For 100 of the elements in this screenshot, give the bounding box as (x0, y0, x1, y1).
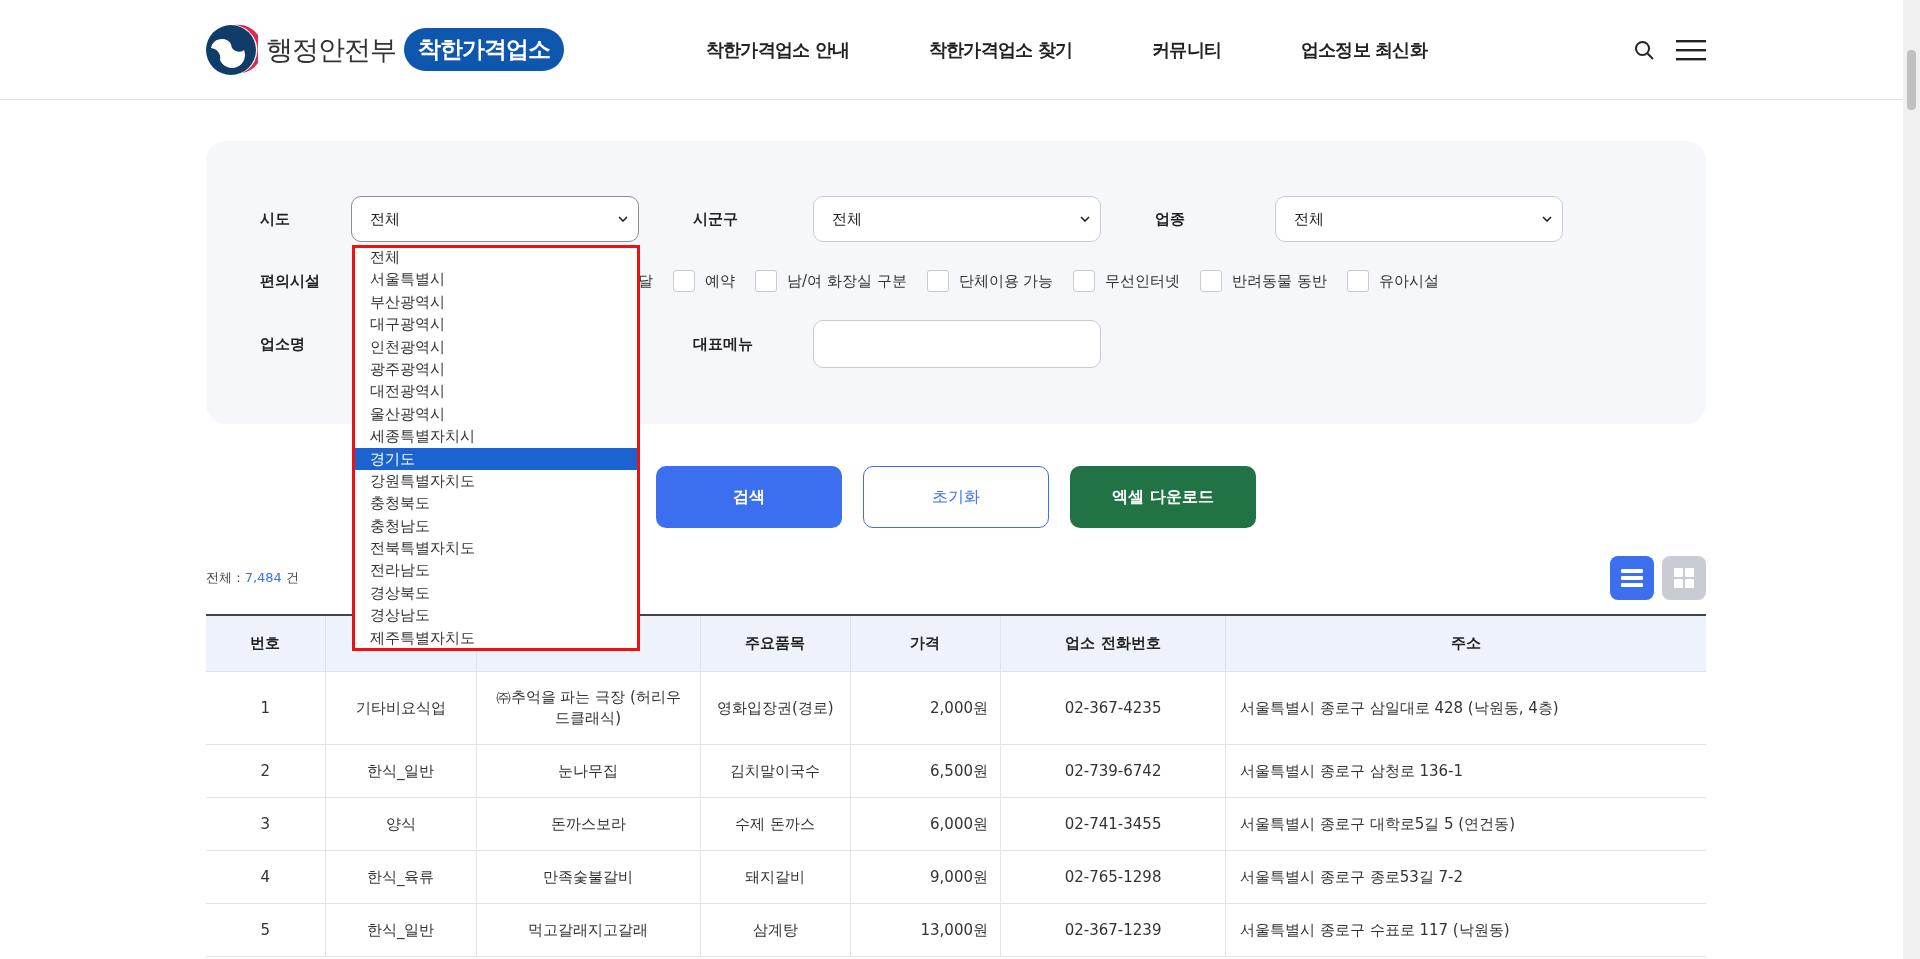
dropdown-option[interactable]: 경상남도 (355, 604, 637, 627)
table-cell: 02-367-4235 (1000, 671, 1226, 745)
field-label: 편의시설 (259, 271, 321, 291)
checkbox-label[interactable]: 단체이용 가능 (958, 271, 1054, 291)
table-cell: 기타비요식업 (325, 671, 477, 745)
grid-icon (1674, 568, 1694, 588)
table-cell: 9,000원 (850, 850, 1001, 904)
field-label: 업소명 (259, 334, 306, 354)
nav-link[interactable]: 착한가격업소 찾기 (929, 37, 1073, 62)
table-cell: 서울특별시 종로구 삼청로 136-1 (1225, 744, 1706, 798)
dropdown-option[interactable]: 부산광역시 (355, 290, 637, 314)
checkbox-label[interactable]: 무선인터넷 (1105, 271, 1181, 291)
dropdown-option[interactable]: 서울특별시 (355, 268, 637, 291)
table-cell: 만족숯불갈비 (476, 850, 701, 904)
table-cell: 한식_육류 (325, 850, 477, 904)
list-view-button[interactable] (1610, 556, 1654, 600)
result-count: 전체 : 7,484 건 (206, 569, 299, 587)
field-label: 시군구 (692, 209, 739, 229)
dropdown-option[interactable]: 제주특별자치도 (355, 626, 637, 648)
table-cell: 돈까스보라 (476, 797, 701, 851)
checkbox-label[interactable]: 달 (638, 271, 653, 291)
table-cell: ㈜추억을 파는 극장 (허리우드클래식) (476, 671, 701, 745)
table-cell: 돼지갈비 (700, 850, 851, 904)
dropdown-option[interactable]: 경상북도 (355, 581, 637, 605)
field-label: 시도 (259, 209, 291, 229)
table-cell: 02-367-1239 (1000, 903, 1226, 957)
category-select[interactable]: 전체 (1275, 196, 1563, 242)
dropdown-option[interactable]: 경기도 (355, 447, 637, 470)
checkbox[interactable] (926, 270, 949, 292)
table-cell: 6,500원 (850, 744, 1001, 798)
checkbox[interactable] (1200, 270, 1223, 292)
checkbox-label[interactable]: 남/여 화장실 구분 (787, 271, 907, 291)
table-cell: 눈나무집 (476, 744, 701, 798)
table-cell: 02-739-6742 (1000, 744, 1226, 798)
table-cell: 양식 (325, 797, 477, 851)
table-cell: 3 (206, 797, 326, 851)
table-cell: 먹고갈래지고갈래 (476, 903, 701, 957)
table-cell: 2 (206, 744, 326, 798)
column-header: 업소 전화번호 (1000, 615, 1226, 672)
nav-link[interactable]: 착한가격업소 안내 (706, 37, 850, 62)
checkbox[interactable] (1347, 270, 1370, 292)
chevron-icon (1080, 216, 1090, 222)
chevron-icon (1542, 216, 1552, 222)
table-cell: 서울특별시 종로구 대학로5길 5 (연건동) (1225, 797, 1706, 851)
field-label: 업종 (1154, 209, 1186, 229)
column-header: 주소 (1225, 615, 1706, 672)
dropdown-option[interactable]: 강원특별자치도 (355, 469, 637, 493)
checkbox-label[interactable]: 반려동물 동반 (1232, 271, 1328, 291)
action-button[interactable]: 검색 (656, 466, 842, 528)
table-cell: 수제 돈까스 (700, 797, 851, 851)
brand-badge: 착한가격업소 (404, 28, 564, 71)
table-cell: 6,000원 (850, 797, 1001, 851)
menu-icon[interactable] (1676, 38, 1706, 61)
table-cell: 한식_일반 (325, 744, 477, 798)
table-cell: 02-765-1298 (1000, 850, 1226, 904)
table-cell: 서울특별시 종로구 종로53길 7-2 (1225, 850, 1706, 904)
action-button[interactable]: 엑셀 다운로드 (1070, 466, 1256, 528)
column-header: 번호 (206, 615, 326, 672)
scrollbar[interactable] (1903, 0, 1920, 959)
dropdown-option[interactable]: 충청북도 (355, 492, 637, 515)
table-cell: 김치말이국수 (700, 744, 851, 798)
dropdown-option[interactable]: 인천광역시 (355, 335, 637, 358)
column-header: 주요품목 (700, 615, 851, 672)
table-cell: 13,000원 (850, 903, 1001, 957)
table-cell: 한식_일반 (325, 903, 477, 957)
dropdown-option[interactable]: 충청남도 (355, 514, 637, 538)
table-cell: 서울특별시 종로구 삼일대로 428 (낙원동, 4층) (1225, 671, 1706, 745)
dropdown-option[interactable]: 세종특별자치시 (355, 425, 637, 448)
nav-link[interactable]: 커뮤니티 (1152, 37, 1221, 62)
table-cell: 영화입장권(경로) (700, 671, 851, 745)
search-icon[interactable] (1634, 39, 1654, 60)
emblem-icon (206, 23, 258, 76)
column-header: 가격 (850, 615, 1001, 672)
dropdown-option[interactable]: 대전광역시 (355, 380, 637, 403)
dropdown-option[interactable]: 전라남도 (355, 559, 637, 582)
nav-link[interactable]: 업소정보 최신화 (1300, 37, 1427, 62)
dropdown-option[interactable]: 전북특별자치도 (355, 537, 637, 560)
dropdown-option[interactable]: 대구광역시 (355, 313, 637, 336)
field-label: 대표메뉴 (692, 334, 754, 354)
dropdown-option[interactable]: 전체 (355, 248, 637, 269)
table-cell: 5 (206, 903, 326, 957)
table-cell: 02-741-3455 (1000, 797, 1226, 851)
table-cell: 서울특별시 종로구 수표로 117 (낙원동) (1225, 903, 1706, 957)
table-cell: 2,000원 (850, 671, 1001, 745)
district-select[interactable]: 전체 (813, 196, 1101, 242)
checkbox-label[interactable]: 유아시설 (1379, 271, 1440, 291)
table-cell: 4 (206, 850, 326, 904)
table-cell: 삼계탕 (700, 903, 851, 957)
checkbox[interactable] (1073, 270, 1096, 292)
grid-view-button[interactable] (1662, 556, 1706, 600)
action-button[interactable]: 초기화 (863, 466, 1049, 528)
checkbox[interactable] (673, 270, 695, 292)
region-select[interactable]: 전체 (351, 196, 639, 242)
menu-input[interactable] (813, 320, 1101, 368)
dropdown-option[interactable]: 광주광역시 (355, 357, 637, 381)
checkbox[interactable] (755, 270, 777, 292)
dropdown-option[interactable]: 울산광역시 (355, 402, 637, 426)
table-cell: 1 (206, 671, 326, 745)
list-icon (1621, 568, 1643, 588)
checkbox-label[interactable]: 예약 (705, 271, 735, 291)
